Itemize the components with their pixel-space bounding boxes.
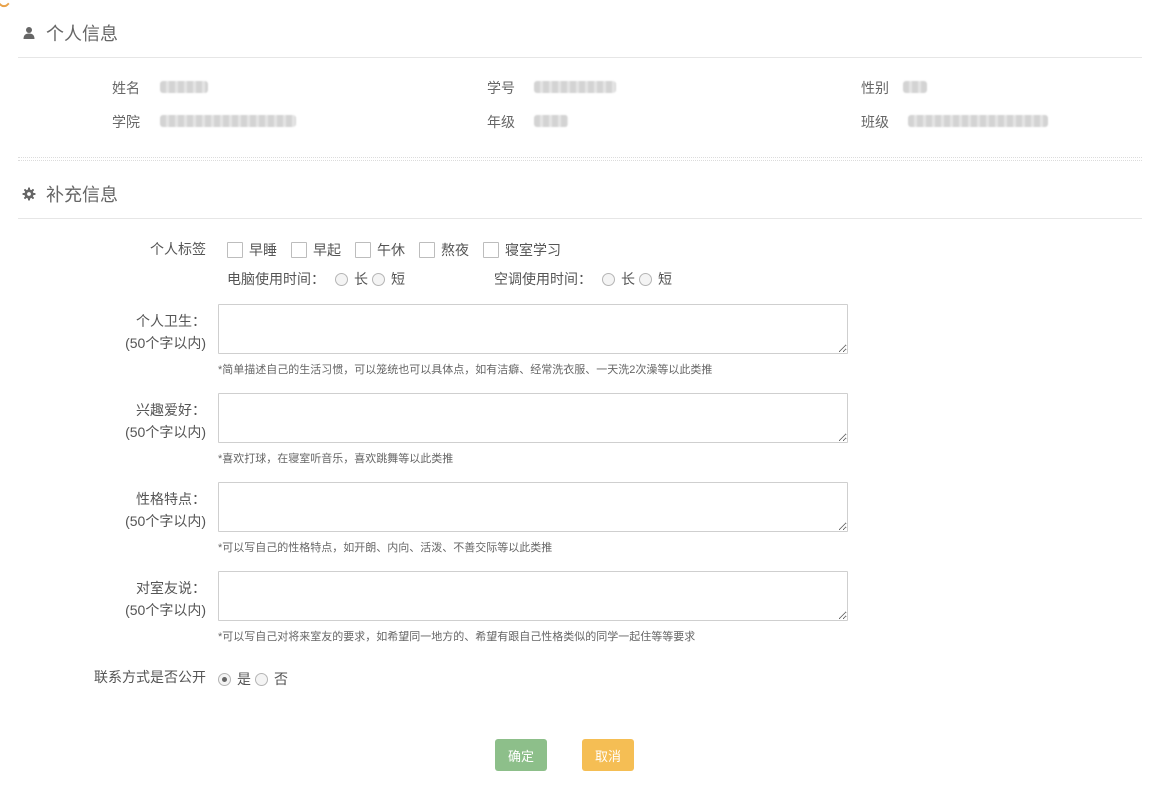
tags-group: 早睡 早起 午休 熬夜 寝室学习 <box>227 240 575 260</box>
hygiene-hint: *简单描述自己的生活习惯，可以笼统也可以具体点，如有洁癖、经常洗衣服、一天洗2次… <box>218 364 713 376</box>
user-icon <box>23 27 35 39</box>
ac-short-radio[interactable] <box>639 272 652 286</box>
roommate-hint: *可以写自己对将来室友的要求，如希望同一地方的、希望有跟自己性格类似的同学一起住… <box>218 631 696 643</box>
hobby-hint: *喜欢打球，在寝室听音乐，喜欢跳舞等以此类推 <box>218 453 454 465</box>
contact-no-radio[interactable] <box>255 672 268 686</box>
cancel-button[interactable]: 取消 <box>582 739 634 771</box>
tag-early-sleep[interactable]: 早睡 <box>227 240 277 260</box>
personality-textarea[interactable] <box>218 482 848 532</box>
ac-time-label: 空调使用时间： <box>494 271 592 287</box>
hobby-textarea[interactable] <box>218 393 848 443</box>
class-value-redacted <box>908 115 1048 127</box>
personality-label: 性格特点： <box>136 491 206 507</box>
confirm-button[interactable]: 确定 <box>495 739 547 771</box>
tag-stay-up[interactable]: 熬夜 <box>419 240 469 260</box>
gender-label: 性别 <box>861 80 889 96</box>
personal-tags-label: 个人标签 <box>150 241 206 257</box>
roommate-textarea[interactable] <box>218 571 848 621</box>
hobby-label: 兴趣爱好： <box>136 402 206 418</box>
extra-info-header: 补充信息 <box>22 181 118 207</box>
tag-nap[interactable]: 午休 <box>355 240 405 260</box>
hobby-limit: (50个字以内) <box>125 424 206 440</box>
roommate-label: 对室友说： <box>136 580 206 596</box>
contact-public-group: 是 否 <box>218 669 292 689</box>
computer-time-group: 电脑使用时间： 长 短 <box>227 271 405 287</box>
roommate-limit: (50个字以内) <box>125 602 206 618</box>
hygiene-textarea[interactable] <box>218 304 848 354</box>
grade-label: 年级 <box>487 114 515 130</box>
divider <box>18 218 1142 219</box>
ac-time-group: 空调使用时间： 长 短 <box>494 271 672 287</box>
grade-value-redacted <box>534 115 568 127</box>
tag-dorm-study[interactable]: 寝室学习 <box>483 240 561 260</box>
contact-public-label: 联系方式是否公开 <box>94 669 206 685</box>
checkbox[interactable] <box>355 242 371 258</box>
computer-time-label: 电脑使用时间： <box>227 271 325 287</box>
personality-hint: *可以写自己的性格特点，如开朗、内向、活泼、不善交际等以此类推 <box>218 542 553 554</box>
ac-long-radio[interactable] <box>602 272 615 286</box>
student-id-label: 学号 <box>487 80 515 96</box>
extra-info-title: 补充信息 <box>46 185 118 205</box>
name-value-redacted <box>160 81 208 93</box>
personality-limit: (50个字以内) <box>125 513 206 529</box>
tag-early-rise[interactable]: 早起 <box>291 240 341 260</box>
corner-decoration <box>0 0 10 10</box>
personal-info-header: 个人信息 <box>22 20 118 46</box>
gender-value-redacted <box>903 81 927 93</box>
computer-long-radio[interactable] <box>335 272 348 286</box>
hygiene-limit: (50个字以内) <box>125 335 206 351</box>
divider <box>18 57 1142 58</box>
dotted-divider <box>18 157 1142 159</box>
personal-info-title: 个人信息 <box>46 24 118 44</box>
college-value-redacted <box>160 115 296 127</box>
checkbox[interactable] <box>419 242 435 258</box>
checkbox[interactable] <box>483 242 499 258</box>
name-label: 姓名 <box>112 80 140 96</box>
college-label: 学院 <box>112 114 140 130</box>
hygiene-label: 个人卫生： <box>136 313 206 329</box>
student-id-value-redacted <box>534 81 616 93</box>
contact-yes-radio[interactable] <box>218 672 231 686</box>
checkbox[interactable] <box>227 242 243 258</box>
gear-icon <box>22 187 36 201</box>
checkbox[interactable] <box>291 242 307 258</box>
dotted-divider-2 <box>18 160 1142 162</box>
class-label: 班级 <box>861 114 889 130</box>
computer-short-radio[interactable] <box>372 272 385 286</box>
